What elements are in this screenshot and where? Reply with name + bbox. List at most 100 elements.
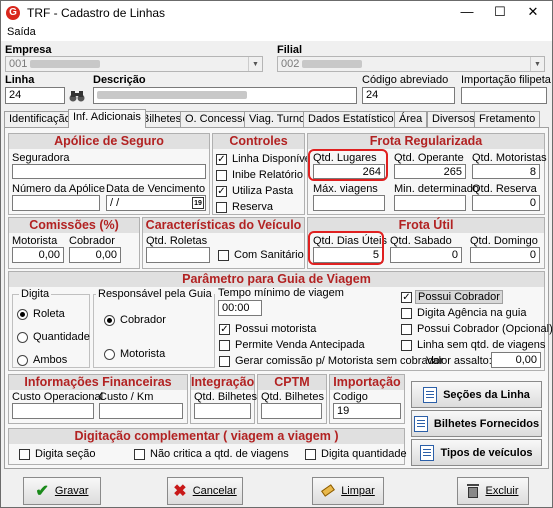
comissao-cobrador-label: Cobrador [69, 235, 115, 247]
tempo-minimo-input[interactable]: 00:00 [218, 300, 262, 316]
custo-km-input[interactable] [99, 403, 183, 419]
linha-disponivel-label: Linha Disponível [232, 153, 314, 165]
resp-cobrador-radio[interactable] [104, 315, 115, 326]
possui-motorista-checkbox[interactable]: ✓ [219, 324, 230, 335]
bilhetes-fornecidos-button[interactable]: Bilhetes Fornecidos [411, 410, 542, 437]
filial-select[interactable]: 002 ▼ [277, 56, 545, 72]
empresa-select[interactable]: 001 ▼ [5, 56, 263, 72]
qtd-domingo-label: Qtd. Domingo [470, 235, 538, 247]
bilhetes-fornecidos-label: Bilhetes Fornecidos [433, 417, 540, 430]
limpar-label: Limpar [341, 485, 375, 497]
tab-fretamento[interactable]: Fretamento [474, 111, 541, 127]
possui-cobrador-opcional-checkbox[interactable] [401, 324, 412, 335]
vencimento-value: / / [110, 197, 120, 209]
highlight-qtd-lugares [308, 149, 388, 181]
tab-identificacao[interactable]: Identificação [4, 111, 76, 127]
secoes-linha-label: Seções da Linha [443, 388, 530, 401]
linha-input[interactable]: 24 [5, 87, 65, 104]
importacao-filipeta-input[interactable] [461, 87, 547, 104]
resp-motorista-radio[interactable] [104, 349, 115, 360]
qtd-operante-label: Qtd. Operante [394, 152, 464, 164]
valor-assalto-input[interactable]: 0,00 [491, 352, 541, 368]
digita-quantidade-checkbox[interactable] [305, 449, 316, 460]
responsavel-caption: Responsável pela Guia [96, 288, 214, 300]
tipos-veiculos-label: Tipos de veículos [440, 446, 533, 459]
excluir-button[interactable]: Excluir [457, 477, 529, 505]
calendar-icon[interactable]: 19 [192, 197, 204, 209]
tab-area[interactable]: Área [394, 111, 428, 127]
cancelar-button[interactable]: ✖ Cancelar [167, 477, 243, 505]
importacao-codigo-input[interactable]: 19 [333, 403, 401, 419]
maximize-icon[interactable]: ☐ [485, 1, 515, 25]
tab-diversos[interactable]: Diversos [427, 111, 480, 127]
linha-sem-viagens-label: Linha sem qtd. de viagens [417, 339, 546, 351]
qtd-roletas-input[interactable] [146, 247, 210, 263]
qtd-sabado-input[interactable]: 0 [390, 247, 462, 263]
tab-viag-turno[interactable]: Viag. Turno [244, 111, 311, 127]
document-icon [420, 444, 435, 461]
seguradora-input[interactable] [12, 164, 206, 179]
tab-dados-estatisticos[interactable]: Dados Estatísticos [303, 111, 405, 127]
cptm-qtd-label: Qtd. Bilhetes [261, 391, 324, 403]
vencimento-input[interactable]: / / [106, 195, 206, 211]
app-logo-icon: G [6, 6, 20, 20]
linha-disponivel-checkbox[interactable]: ✓ [216, 154, 227, 165]
apolice-panel: Apólice de Seguro Seguradora Número da A… [8, 133, 210, 215]
close-icon[interactable]: ✕ [518, 1, 548, 25]
permite-venda-checkbox[interactable] [219, 340, 230, 351]
importacao-codigo-label: Codigo [333, 391, 368, 403]
descricao-label: Descrição [93, 74, 146, 86]
nao-critica-checkbox[interactable] [134, 449, 145, 460]
integracao-qtd-input[interactable] [194, 403, 251, 419]
digita-secao-label: Digita seção [35, 448, 96, 460]
empresa-label: Empresa [5, 44, 52, 56]
com-sanitario-checkbox[interactable] [218, 250, 229, 261]
comissao-motorista-input[interactable]: 0,00 [12, 247, 64, 263]
quantidade-radio[interactable] [17, 332, 28, 343]
qtd-motoristas-input[interactable]: 8 [472, 164, 540, 179]
utiliza-pasta-checkbox[interactable]: ✓ [216, 186, 227, 197]
tipos-veiculos-button[interactable]: Tipos de veículos [411, 439, 542, 466]
apolice-title: Apólice de Seguro [9, 134, 209, 149]
max-viagens-input[interactable] [313, 195, 385, 211]
custo-operacional-input[interactable] [12, 403, 94, 419]
parametro-title: Parâmetro para Guia de Viagem [9, 272, 544, 287]
filial-label: Filial [277, 44, 303, 56]
qtd-operante-input[interactable]: 265 [394, 164, 466, 179]
numero-apolice-input[interactable] [12, 195, 100, 211]
comissoes-panel: Comissões (%) Motorista 0,00 Cobrador 0,… [8, 217, 140, 269]
gravar-button[interactable]: ✔ Gravar [23, 477, 101, 505]
nao-critica-label: Não critica a qtd. de viagens [150, 448, 289, 460]
secoes-linha-button[interactable]: Seções da Linha [411, 381, 542, 408]
minimize-icon[interactable]: — [452, 1, 482, 25]
roleta-radio[interactable] [17, 309, 28, 320]
ambos-radio[interactable] [17, 355, 28, 366]
gerar-comissao-checkbox[interactable] [219, 356, 230, 367]
comissao-cobrador-input[interactable]: 0,00 [69, 247, 121, 263]
importacao-filipeta-label: Importação filipeta [461, 74, 551, 86]
qtd-domingo-input[interactable]: 0 [470, 247, 540, 263]
descricao-input[interactable] [93, 87, 357, 104]
codigo-abreviado-label: Código abreviado [362, 74, 449, 86]
menu-saida[interactable]: Saída [7, 26, 36, 38]
cptm-title: CPTM [258, 375, 326, 390]
linha-sem-viagens-checkbox[interactable] [401, 340, 412, 351]
binoculars-icon[interactable] [69, 89, 85, 103]
reserva-checkbox[interactable] [216, 202, 227, 213]
max-viagens-label: Máx. viagens [313, 183, 378, 195]
qtd-reserva-input[interactable]: 0 [472, 195, 540, 211]
inibe-relatorio-checkbox[interactable] [216, 170, 227, 181]
tab-inf-adicionais[interactable]: Inf. Adicionais [68, 109, 146, 128]
codigo-abreviado-input[interactable]: 24 [362, 87, 455, 104]
permite-venda-label: Permite Venda Antecipada [235, 339, 365, 351]
min-determinado-input[interactable] [394, 195, 466, 211]
window-title: TRF - Cadastro de Linhas [27, 6, 166, 20]
frota-regularizada-title: Frota Regularizada [308, 134, 544, 149]
digita-secao-checkbox[interactable] [19, 449, 30, 460]
cptm-qtd-input[interactable] [261, 403, 322, 419]
integracao-title: Integração [191, 375, 255, 390]
digita-agencia-checkbox[interactable] [401, 308, 412, 319]
limpar-button[interactable]: Limpar [312, 477, 384, 505]
complementar-panel: Digitação complementar ( viagem a viagem… [8, 428, 407, 465]
possui-cobrador-checkbox[interactable]: ✓ [401, 292, 412, 303]
